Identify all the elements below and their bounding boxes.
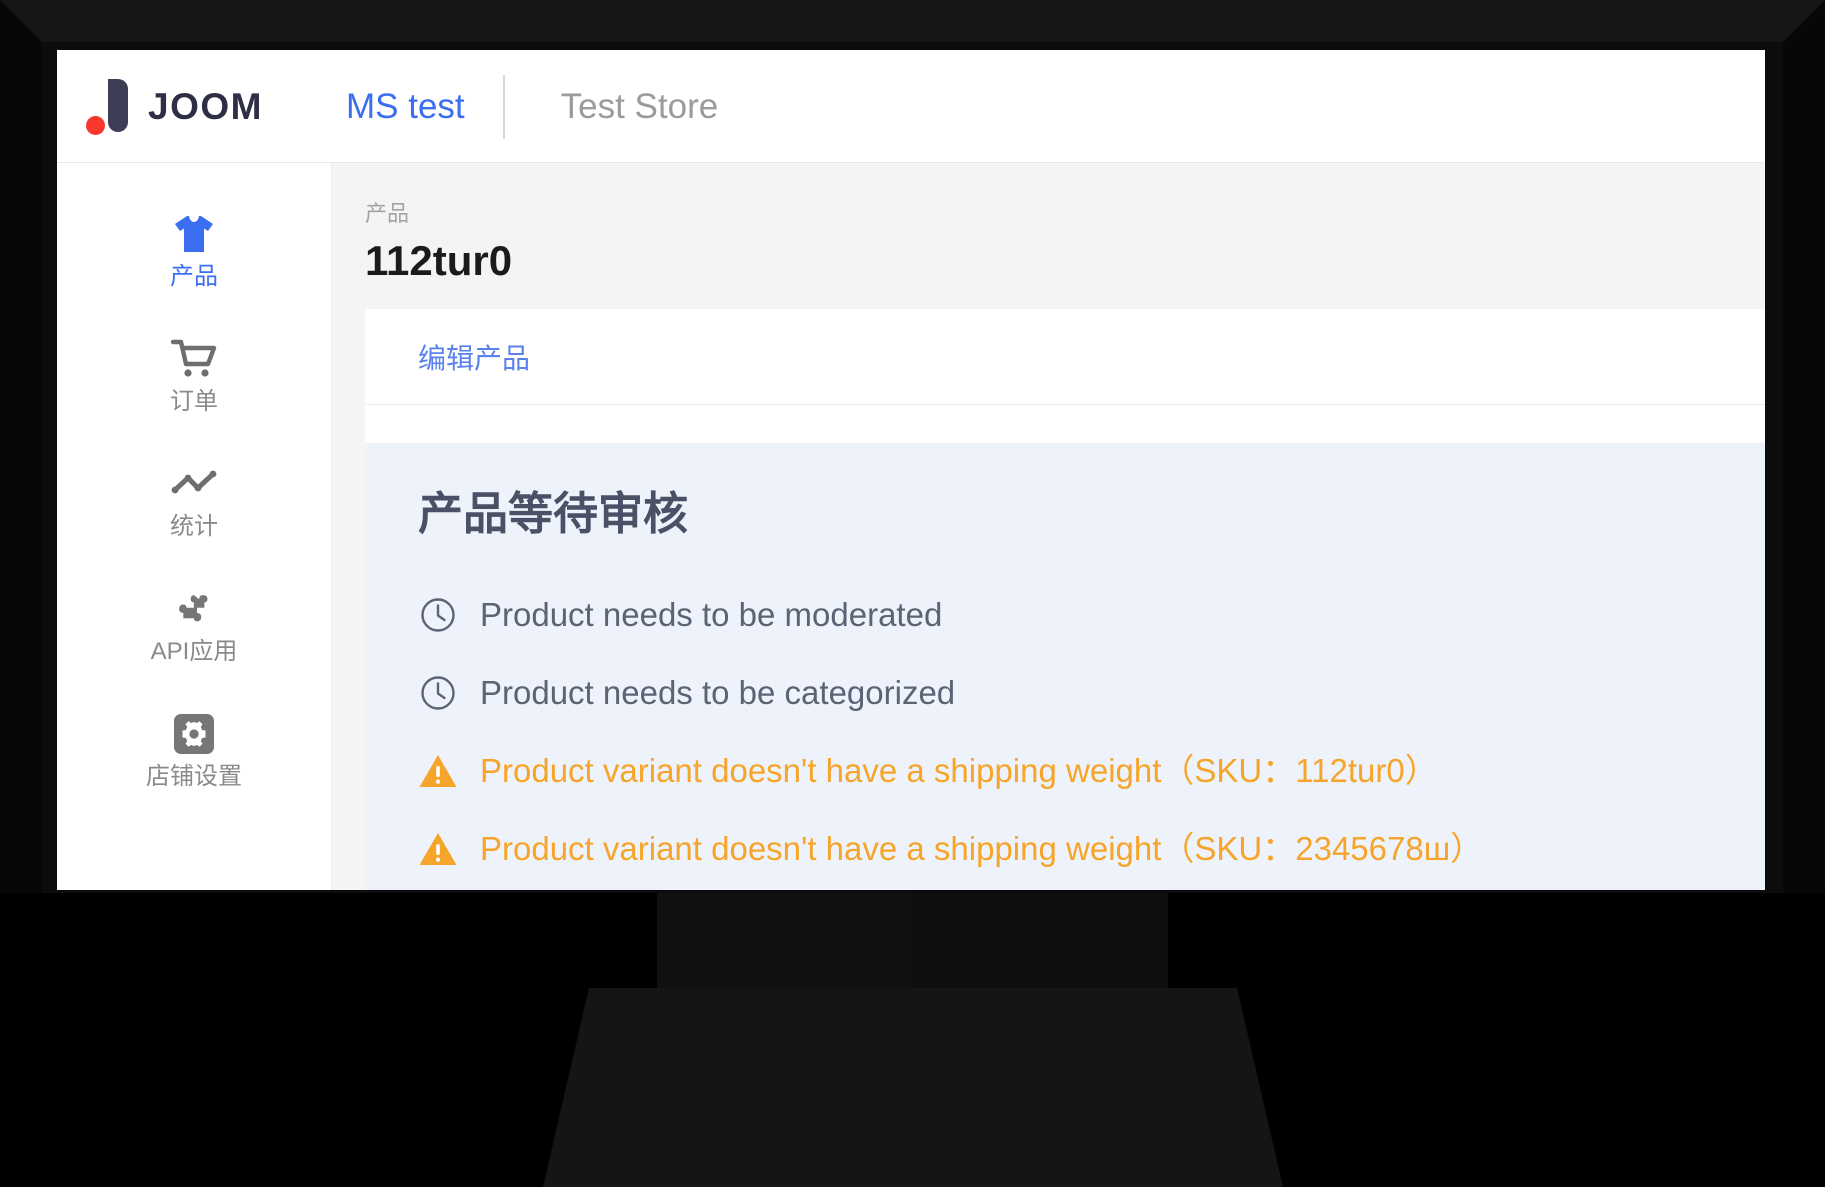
alert-row: Product needs to be moderated xyxy=(418,576,1765,654)
monitor-stand-neck-shadow xyxy=(657,893,912,996)
sidebar-nav: 产品 订单 统计 API应用 店铺设置 xyxy=(57,163,332,890)
page-header: 产品 112tur0 xyxy=(332,163,1765,310)
app-topbar: JOOM MS test Test Store xyxy=(57,50,1765,163)
tab-bar: 编辑产品 xyxy=(365,309,1765,406)
alert-row: Product variant doesn't have a shipping … xyxy=(418,810,1765,888)
sidebar-item-statistics[interactable]: 统计 xyxy=(57,437,331,562)
moderation-alert-panel: 产品等待审核 Product needs to be moderated Pro… xyxy=(365,443,1765,890)
sidebar-item-label: 统计 xyxy=(170,512,218,540)
sidebar-item-orders[interactable]: 订单 xyxy=(57,312,331,437)
sidebar-item-api-apps[interactable]: API应用 xyxy=(57,562,331,687)
bezel-bevel-right xyxy=(1783,0,1825,893)
gear-icon xyxy=(170,711,218,757)
product-card: 编辑产品 产品等待审核 Product needs to be moderate… xyxy=(365,309,1765,890)
alert-text: Product needs to be moderated xyxy=(480,596,943,634)
sidebar-item-store-settings[interactable]: 店铺设置 xyxy=(57,687,331,812)
alert-row: Product variant doesn't have a shipping … xyxy=(418,732,1765,810)
alert-text: Product needs to be categorized xyxy=(480,674,956,712)
monitor-stand-base xyxy=(543,988,1283,1187)
brand-wordmark: JOOM xyxy=(148,86,263,127)
screen-viewport: JOOM MS test Test Store 产品 订单 统计 API应用 店… xyxy=(57,50,1765,890)
cart-icon xyxy=(170,336,218,382)
brand-logo[interactable]: JOOM xyxy=(86,78,316,135)
alert-row: Product needs to be categorized xyxy=(418,654,1765,732)
topbar-divider xyxy=(502,74,505,139)
joom-logo-stem xyxy=(108,78,128,132)
body-split: 产品 订单 统计 API应用 店铺设置 产品 112tur0 编辑产品 产品等待… xyxy=(57,163,1765,890)
sidebar-item-label: 订单 xyxy=(170,387,218,415)
sidebar-item-products[interactable]: 产品 xyxy=(57,187,331,312)
shop-link[interactable]: MS test xyxy=(346,87,465,127)
joom-logo-dot xyxy=(86,115,105,135)
page-title: 112tur0 xyxy=(365,237,513,284)
bezel-bevel-left xyxy=(0,0,42,893)
monitor-scene: JOOM MS test Test Store 产品 订单 统计 API应用 店… xyxy=(0,0,1825,1187)
puzzle-icon xyxy=(170,586,218,632)
joom-logo-icon xyxy=(86,78,134,135)
store-name: Test Store xyxy=(560,86,719,126)
clock-icon xyxy=(418,595,458,635)
breadcrumb[interactable]: 产品 xyxy=(365,203,1765,225)
clock-icon xyxy=(418,673,458,713)
sidebar-item-label: 产品 xyxy=(170,262,218,290)
alert-text: Product variant doesn't have a shipping … xyxy=(480,830,1484,868)
main-content: 产品 112tur0 编辑产品 产品等待审核 Product needs to … xyxy=(332,163,1765,890)
tshirt-icon xyxy=(170,211,218,257)
warning-icon xyxy=(418,829,458,869)
warning-icon xyxy=(418,751,458,791)
tab-edit-product[interactable]: 编辑产品 xyxy=(418,337,530,377)
alert-title: 产品等待审核 xyxy=(418,488,689,540)
card-spacer xyxy=(365,405,1765,444)
line-chart-icon xyxy=(170,461,218,507)
sidebar-item-label: 店铺设置 xyxy=(146,762,242,790)
alert-text: Product variant doesn't have a shipping … xyxy=(480,752,1438,790)
sidebar-item-label: API应用 xyxy=(150,637,238,665)
